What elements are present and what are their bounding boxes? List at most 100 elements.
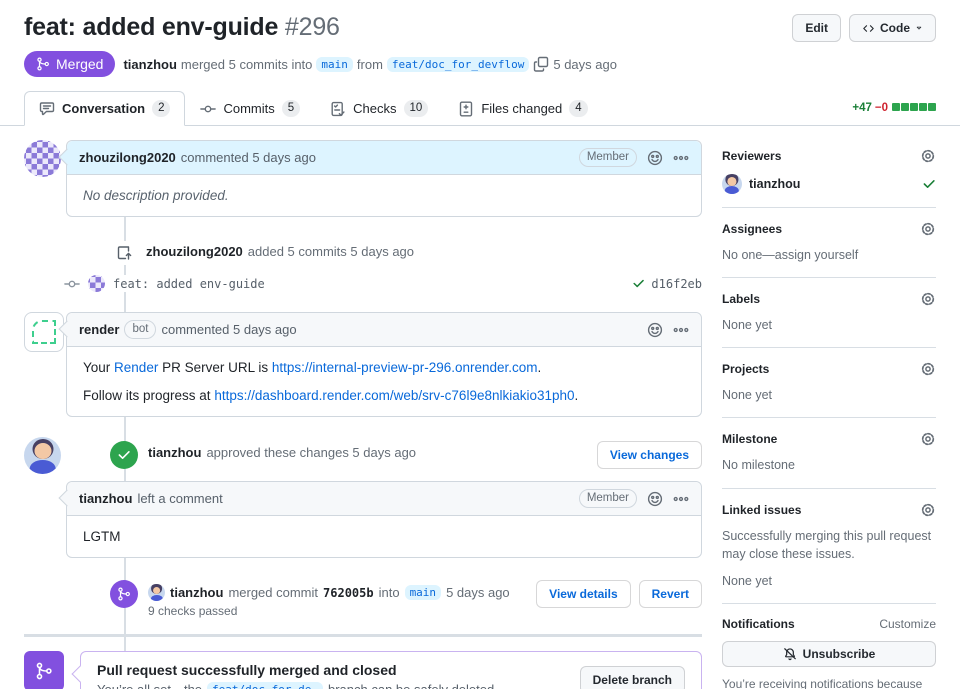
assign-yourself-text[interactable]: No one—assign yourself [722,246,936,264]
notifications-description: You’re receiving notifications because y… [722,676,923,689]
event-author[interactable]: tianzhou [148,445,201,460]
milestone-empty-text: No milestone [722,458,795,473]
commit-hash[interactable]: d16f2eb [651,277,702,291]
labels-section: Labels None yet [722,278,936,349]
comment-body: Your Render PR Server URL is https://int… [83,360,579,403]
avatar-tianzhou[interactable] [24,437,61,474]
merged-commit-hash[interactable]: 762005b [323,586,374,600]
copy-icon[interactable] [533,56,549,72]
kebab-icon[interactable] [673,491,689,507]
linked-issues-empty-text: None yet [722,573,773,588]
view-details-button[interactable]: View details [536,580,631,608]
page-title: feat: added env-guide #296 [24,12,340,42]
avatar-tianzhou[interactable] [722,174,742,194]
avatar-tianzhou-small[interactable] [148,584,165,601]
commit-icon [200,101,216,117]
diff-deletions: −0 [874,102,888,114]
event-author[interactable]: tianzhou [170,585,223,600]
approved-check-icon [110,441,138,469]
event-timestamp: 5 days ago [446,585,510,600]
render-link[interactable]: Render [114,360,158,375]
files-changed-count: 4 [569,100,588,117]
dashboard-url-link[interactable]: https://dashboard.render.com/web/srv-c76… [214,388,574,403]
code-button[interactable]: Code [849,14,936,42]
milestone-section: Milestone No milestone [722,418,936,489]
review-comment-tianzhou: tianzhou left a comment Member LGTM [24,481,702,558]
gear-icon[interactable] [920,291,936,307]
gear-icon[interactable] [920,431,936,447]
comment-author[interactable]: zhouzilong2020 [79,150,176,165]
pr-header: feat: added env-guide #296 Edit Code Mer… [0,0,960,77]
tab-commits[interactable]: Commits 5 [185,91,315,126]
commit-row: feat: added env-guide d16f2eb [24,275,702,292]
reviewer-row: tianzhou [722,174,936,194]
comment-action: commented 5 days ago [161,322,297,337]
smiley-icon[interactable] [647,491,663,507]
linked-issues-section: Linked issues Successfully merging this … [722,489,936,604]
merged-banner: Pull request successfully merged and clo… [24,651,702,689]
comment-body: LGTM [83,529,121,544]
checks-passed-text[interactable]: 9 checks passed [148,604,510,618]
merge-status-text: tianzhou merged 5 commits into main from… [123,56,617,72]
commit-icon [64,276,80,292]
diff-additions: +47 [852,102,872,114]
pr-title-text: feat: added env-guide [24,13,279,41]
timeline-divider [24,634,702,637]
kebab-icon[interactable] [673,322,689,338]
gear-icon[interactable] [920,148,936,164]
base-branch-label[interactable]: main [316,56,353,72]
git-merge-icon [24,651,64,689]
commit-message[interactable]: feat: added env-guide [113,277,265,291]
reviewer-name[interactable]: tianzhou [749,177,800,191]
head-branch-label[interactable]: feat/doc_for_devflow [386,56,530,72]
event-author[interactable]: zhouzilong2020 [146,244,243,259]
merged-timestamp: 5 days ago [553,56,617,72]
push-icon [112,241,136,265]
unsubscribe-button[interactable]: Unsubscribe [722,640,936,667]
revert-button[interactable]: Revert [638,580,702,608]
view-changes-button[interactable]: View changes [596,441,702,469]
merged-by-author[interactable]: tianzhou [123,57,176,72]
delete-branch-button[interactable]: Delete branch [579,665,685,689]
diffstat: +47 −0 [852,102,936,114]
smiley-icon[interactable] [647,150,663,166]
conversation-count: 2 [152,100,171,117]
smiley-icon[interactable] [647,322,663,338]
projects-empty-text: None yet [722,388,773,403]
approved-check-icon [922,177,936,191]
file-diff-icon [458,101,474,117]
kebab-icon[interactable] [673,150,689,166]
git-merge-icon [36,57,50,71]
gear-icon[interactable] [920,502,936,518]
pr-sidebar: Reviewers tianzhou Assignees No one—assi… [722,138,936,689]
avatar-zhouzilong2020[interactable] [24,140,61,177]
bell-slash-icon [783,647,797,661]
preview-url-link[interactable]: https://internal-preview-pr-296.onrender… [272,360,538,375]
banner-title: Pull request successfully merged and clo… [97,662,397,678]
merge-event: tianzhou merged commit 762005b into main… [24,580,702,618]
tab-checks[interactable]: Checks 10 [315,91,443,126]
comment-render-bot: render bot commented 5 days ago Your Ren… [24,312,702,417]
member-badge: Member [578,148,637,167]
avatar-render-bot[interactable] [24,312,64,352]
caret-down-icon [915,24,923,32]
tab-conversation[interactable]: Conversation 2 [24,91,186,126]
linked-issues-title: Linked issues [722,502,802,517]
conversation-icon [39,101,55,117]
assignees-title: Assignees [722,222,783,236]
base-branch-label[interactable]: main [404,585,442,600]
head-branch-label[interactable]: feat/doc_for_de… [207,682,323,689]
gear-icon[interactable] [920,221,936,237]
customize-link[interactable]: Customize [879,617,936,631]
gear-icon[interactable] [920,361,936,377]
commit-author-avatar[interactable] [88,275,105,292]
checks-count: 10 [403,100,429,117]
git-merge-icon [110,580,138,608]
edit-button[interactable]: Edit [792,14,841,42]
tab-files-changed[interactable]: Files changed 4 [443,91,602,126]
comment-author[interactable]: render [79,322,119,337]
comment-author[interactable]: tianzhou [79,491,132,506]
comment-body: No description provided. [83,188,229,203]
diffstat-blocks [891,102,936,114]
pr-timeline: zhouzilong2020 commented 5 days ago Memb… [24,138,702,689]
